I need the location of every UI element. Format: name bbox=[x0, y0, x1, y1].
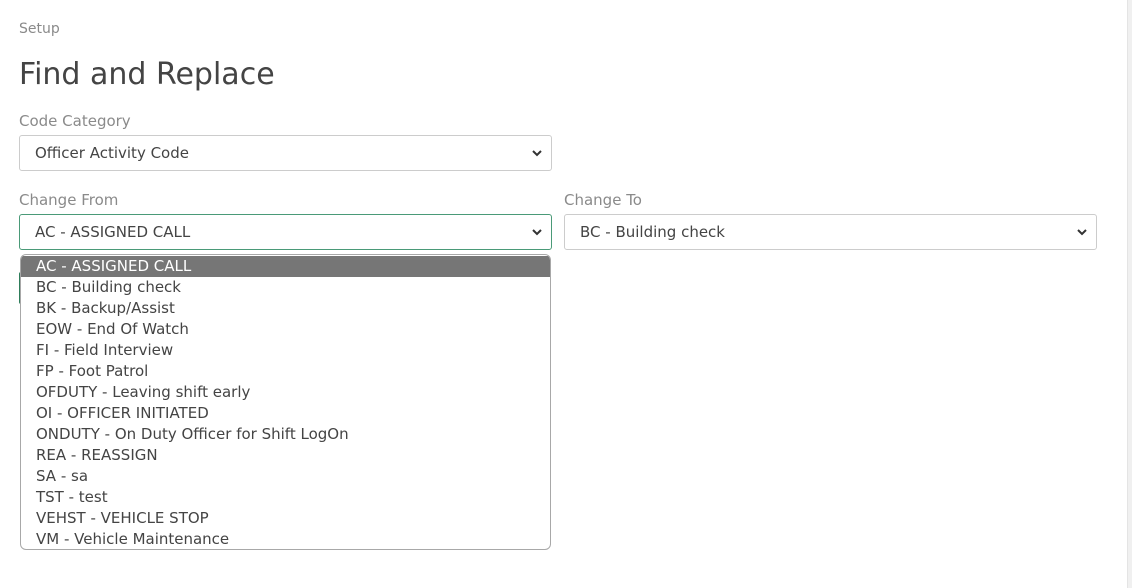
change-from-label: Change From bbox=[19, 191, 119, 209]
dropdown-option[interactable]: EOW - End Of Watch bbox=[21, 319, 550, 340]
chevron-down-icon bbox=[1077, 229, 1087, 236]
change-from-value: AC - ASSIGNED CALL bbox=[35, 223, 191, 241]
dropdown-option[interactable]: ONDUTY - On Duty Officer for Shift LogOn bbox=[21, 424, 550, 445]
dropdown-option[interactable]: FI - Field Interview bbox=[21, 340, 550, 361]
page-title: Find and Replace bbox=[19, 57, 275, 92]
breadcrumb[interactable]: Setup bbox=[19, 20, 60, 38]
code-category-select[interactable]: Officer Activity Code bbox=[19, 135, 552, 171]
change-to-select[interactable]: BC - Building check bbox=[564, 214, 1097, 250]
scrollbar[interactable] bbox=[1127, 0, 1132, 588]
dropdown-option[interactable]: OI - OFFICER INITIATED bbox=[21, 403, 550, 424]
code-category-value: Officer Activity Code bbox=[35, 144, 189, 162]
dropdown-option[interactable]: VM - Vehicle Maintenance bbox=[21, 529, 550, 549]
dropdown-option[interactable]: REA - REASSIGN bbox=[21, 445, 550, 466]
code-category-label: Code Category bbox=[19, 112, 131, 130]
dropdown-option[interactable]: BK - Backup/Assist bbox=[21, 298, 550, 319]
change-to-value: BC - Building check bbox=[580, 223, 725, 241]
dropdown-option[interactable]: VEHST - VEHICLE STOP bbox=[21, 508, 550, 529]
dropdown-option[interactable]: TST - test bbox=[21, 487, 550, 508]
change-from-dropdown-list[interactable]: AC - ASSIGNED CALL BC - Building check BK … bbox=[20, 254, 551, 550]
chevron-down-icon bbox=[532, 150, 542, 157]
dropdown-option[interactable]: OFDUTY - Leaving shift early bbox=[21, 382, 550, 403]
chevron-down-icon bbox=[532, 229, 542, 236]
dropdown-option[interactable]: AC - ASSIGNED CALL bbox=[21, 256, 550, 277]
find-replace-page: Setup Find and Replace Code Category Off… bbox=[0, 0, 1132, 588]
change-from-select[interactable]: AC - ASSIGNED CALL bbox=[19, 214, 552, 250]
dropdown-option[interactable]: SA - sa bbox=[21, 466, 550, 487]
change-to-label: Change To bbox=[564, 191, 642, 209]
dropdown-option[interactable]: BC - Building check bbox=[21, 277, 550, 298]
dropdown-option[interactable]: FP - Foot Patrol bbox=[21, 361, 550, 382]
